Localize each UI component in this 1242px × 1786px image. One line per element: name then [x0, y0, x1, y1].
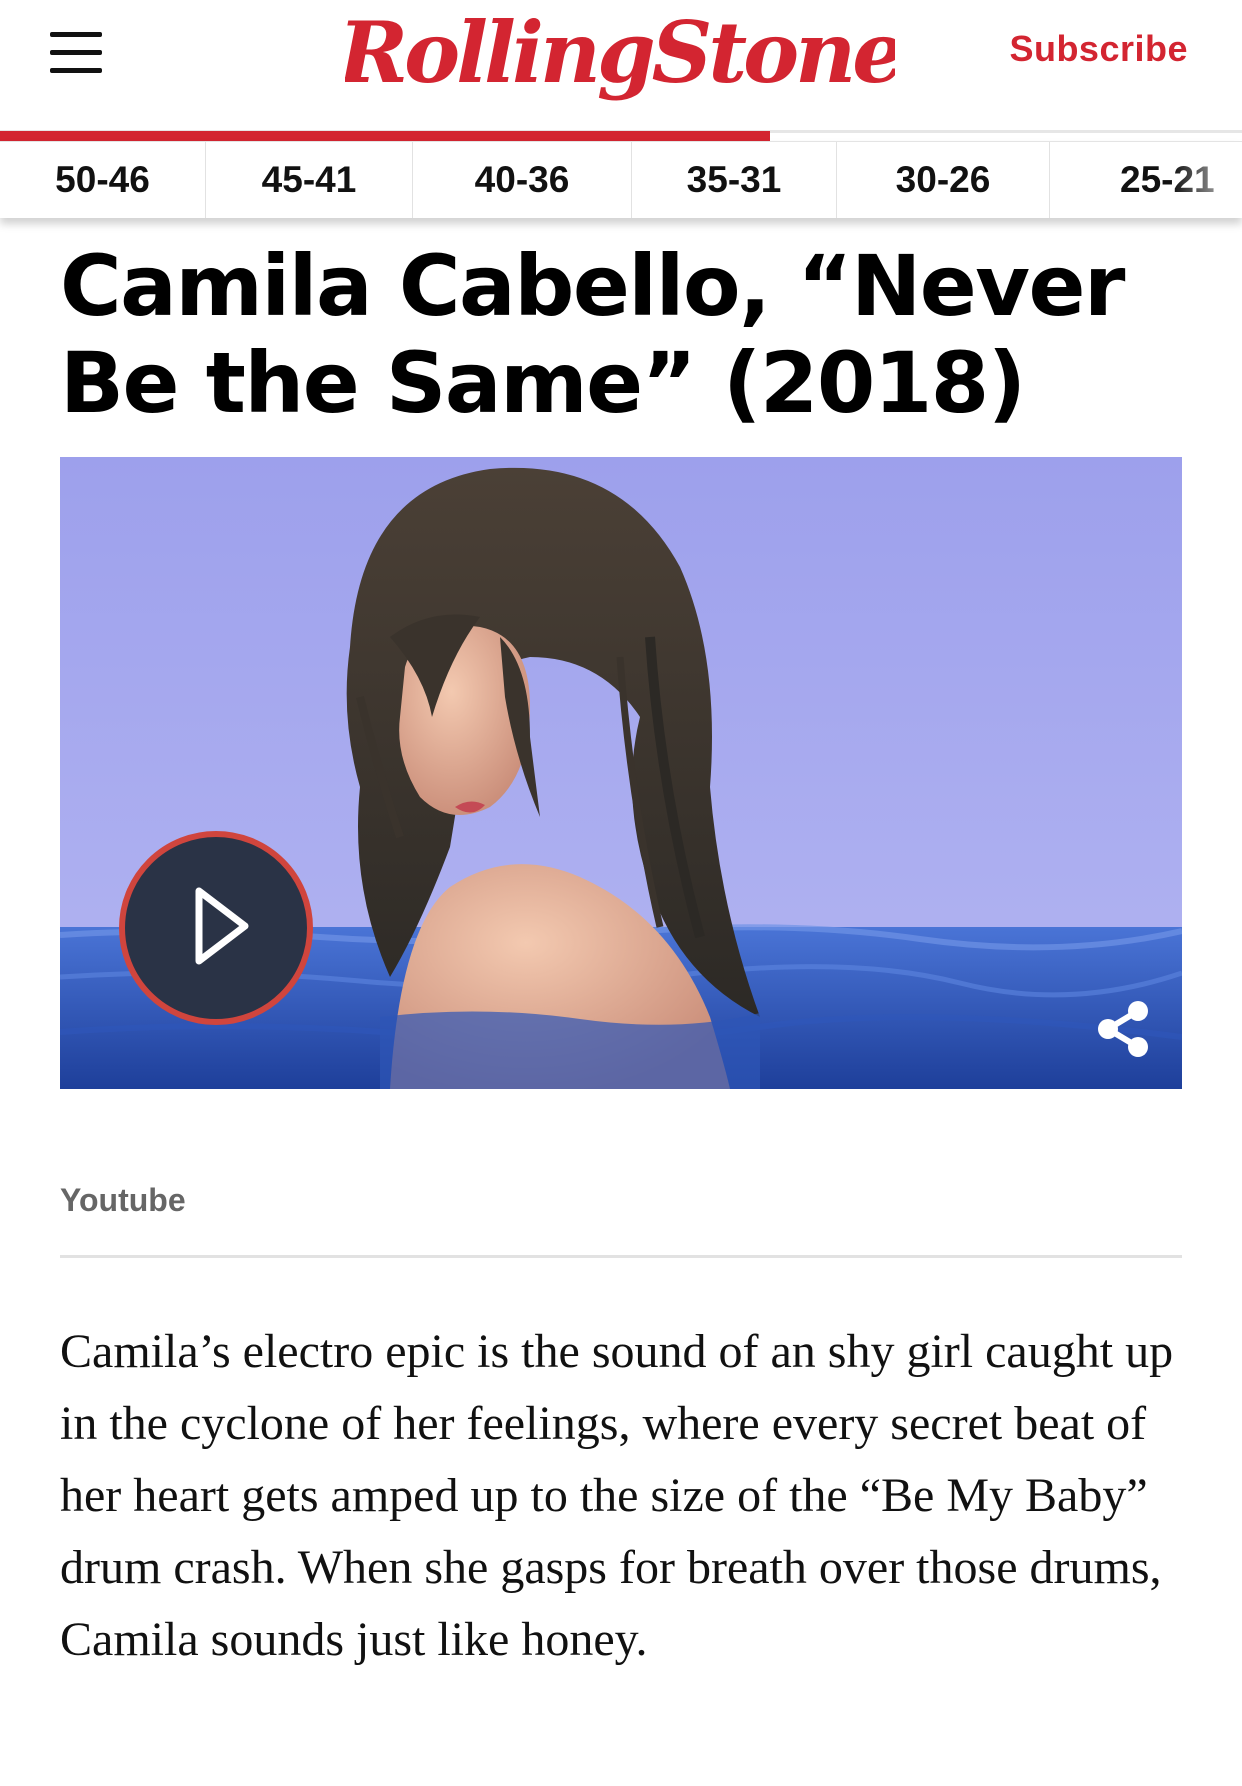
nav-item-35-31[interactable]: 35-31 [632, 142, 837, 218]
nav-item-30-26[interactable]: 30-26 [837, 142, 1050, 218]
share-icon [1098, 1001, 1148, 1057]
video-player[interactable] [60, 457, 1182, 1089]
menu-bar-icon [50, 32, 102, 37]
play-icon [195, 887, 249, 965]
logo-text: RollingStone [345, 3, 895, 102]
nav-item-50-46[interactable]: 50-46 [0, 142, 206, 218]
article-body: Camila’s electro epic is the sound of an… [60, 1325, 1174, 1666]
menu-bar-icon [50, 68, 102, 73]
video-caption: Youtube [60, 1182, 186, 1218]
play-button[interactable] [119, 831, 313, 1025]
subscribe-link[interactable]: Subscribe [1009, 28, 1188, 70]
nav-item-40-36[interactable]: 40-36 [413, 142, 632, 218]
site-header: RollingStone Subscribe [0, 0, 1242, 130]
nav-item-45-41[interactable]: 45-41 [206, 142, 413, 218]
share-button[interactable] [1090, 995, 1160, 1065]
hamburger-menu-button[interactable] [46, 30, 106, 78]
article-title: Camila Cabello, “Never Be the Same” (201… [60, 237, 1125, 432]
caption-divider [60, 1255, 1182, 1258]
ranking-range-nav: 50-46 45-41 40-36 35-31 30-26 25-21 [0, 141, 1242, 218]
rolling-stone-logo[interactable]: RollingStone [345, 0, 895, 110]
menu-bar-icon [50, 50, 102, 55]
nav-scroll-fade [1172, 142, 1242, 218]
